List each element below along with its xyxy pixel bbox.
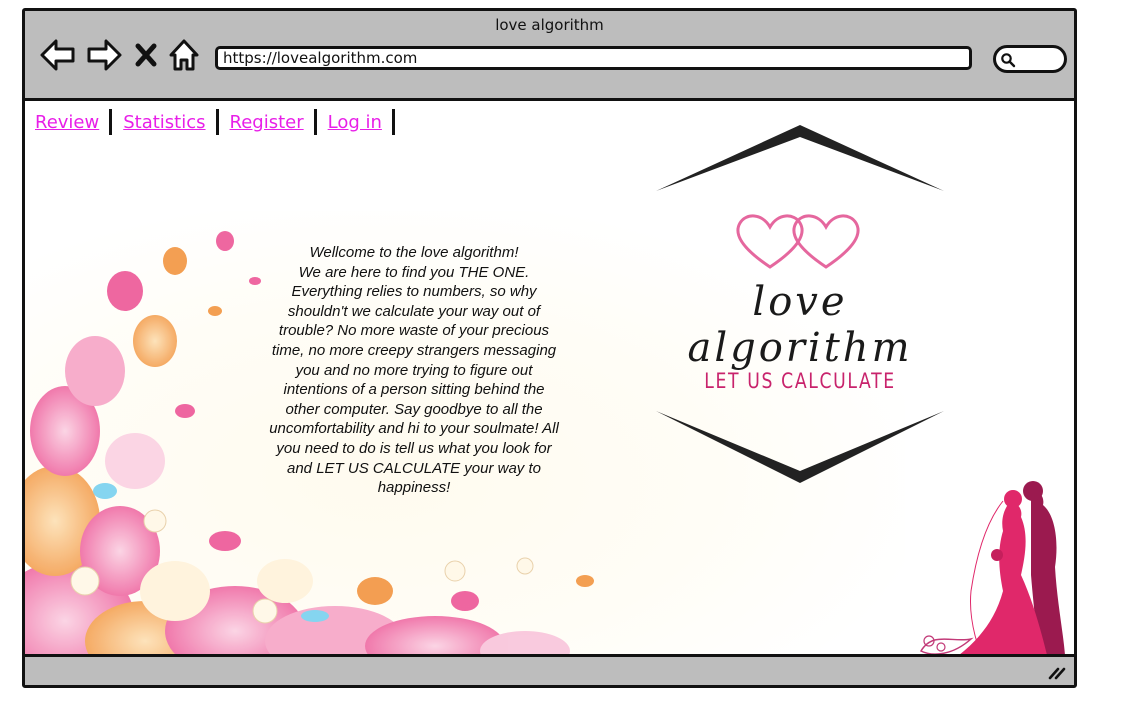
welcome-message: Wellcome to the love algorithm! We are h… — [251, 243, 577, 498]
nav-link-statistics[interactable]: Statistics — [120, 112, 215, 133]
welcome-line: you and no more trying to figure out — [295, 361, 533, 379]
welcome-line: you need to do is tell us what you look … — [276, 439, 552, 457]
search-input[interactable] — [993, 45, 1067, 73]
welcome-line: shouldn't we calculate your way out of — [287, 302, 541, 320]
browser-window: love algorithm https://lovealgorithm.com — [22, 8, 1077, 688]
window-title: love algorithm — [495, 16, 604, 34]
search-icon — [1001, 53, 1016, 68]
nav-divider — [313, 109, 317, 135]
nav-divider — [109, 109, 113, 135]
welcome-line: and LET US CALCULATE your way to — [287, 459, 541, 477]
home-button[interactable] — [167, 37, 201, 73]
resize-grip-icon[interactable] — [1048, 666, 1066, 680]
welcome-line: other computer. Say goodbye to all the — [285, 400, 543, 418]
nav-divider — [391, 109, 395, 135]
brand-logo: love algorithm LET US CALCULATE — [650, 121, 950, 486]
welcome-line: intentions of a person sitting behind th… — [283, 381, 545, 399]
stop-button[interactable] — [131, 37, 161, 73]
status-bar — [25, 654, 1074, 685]
welcome-line: uncomfortability and hi to your soulmate… — [269, 420, 559, 438]
browser-toolbar: love algorithm https://lovealgorithm.com — [25, 11, 1074, 101]
double-heart-icon — [736, 214, 860, 269]
home-icon — [169, 39, 199, 71]
arrow-left-icon — [40, 39, 75, 71]
logo-wordmark: love algorithm — [687, 279, 913, 371]
main-nav: Review Statistics Register Log in — [32, 109, 403, 135]
close-icon — [135, 43, 157, 67]
nav-link-login[interactable]: Log in — [325, 112, 392, 133]
nav-link-review[interactable]: Review — [32, 112, 109, 133]
couple-illustration — [919, 481, 1065, 655]
forward-button[interactable] — [85, 37, 123, 73]
address-bar[interactable]: https://lovealgorithm.com — [215, 46, 972, 70]
welcome-line: time, no more creepy strangers messaging — [271, 341, 557, 359]
welcome-line: happiness! — [377, 479, 451, 497]
welcome-line: Wellcome to the love algorithm! — [309, 244, 519, 261]
logo-tagline: LET US CALCULATE — [704, 369, 896, 393]
page-content: Review Statistics Register Log in Wellco… — [25, 101, 1074, 660]
welcome-line: We are here to find you THE ONE. — [298, 263, 530, 281]
welcome-line: trouble? No more waste of your precious — [278, 322, 550, 340]
back-button[interactable] — [39, 37, 77, 73]
arrow-right-icon — [87, 39, 122, 71]
nav-divider — [215, 109, 219, 135]
welcome-line: Everything relies to numbers, so why — [291, 283, 537, 301]
nav-link-register[interactable]: Register — [227, 112, 314, 133]
